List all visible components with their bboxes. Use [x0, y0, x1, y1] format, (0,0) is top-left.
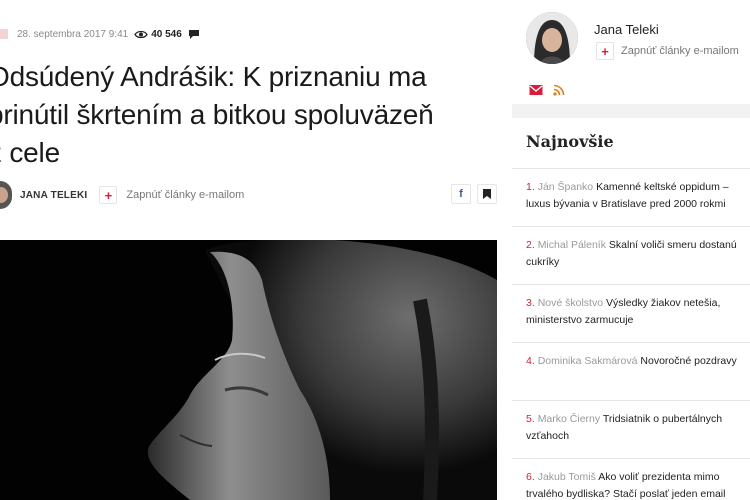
latest-news-title: Najnovšie — [526, 132, 614, 151]
view-count: 40 546 — [151, 28, 182, 40]
item-title[interactable]: Novoročné pozdravy — [640, 355, 736, 367]
headline-line: Odsúdený Andrášik: K priznaniu ma — [0, 61, 427, 92]
item-number: 6. — [526, 471, 535, 483]
list-item[interactable]: 1. Ján Španko Kamenné keltské oppidum – … — [512, 169, 750, 227]
category-marker — [0, 29, 8, 39]
headline-line: prinútil škrtením a bitkou spoluväzeň — [0, 99, 434, 130]
list-item[interactable]: 3. Nové školstvo Výsledky žiakov netešia… — [512, 285, 750, 343]
list-item[interactable]: 5. Marko Čierny Tridsiatnik o pubertálny… — [512, 401, 750, 459]
subscribe-email-link[interactable]: Zapnúť články e-mailom — [621, 45, 739, 57]
author-name[interactable]: Jana Teleki — [594, 22, 659, 37]
latest-news-list: 1. Ján Španko Kamenné keltské oppidum – … — [512, 169, 750, 500]
facebook-icon: f — [459, 188, 463, 200]
author-photo — [526, 12, 578, 64]
article-meta: 28. septembra 2017 9:41 40 546 — [0, 26, 200, 42]
item-number: 3. — [526, 297, 535, 309]
bookmark-button[interactable] — [477, 184, 497, 204]
item-author[interactable]: Jakub Tomiš — [538, 471, 596, 483]
item-author[interactable]: Marko Čierny — [538, 413, 600, 425]
author-avatar[interactable] — [526, 12, 578, 64]
author-card: Jana Teleki + Zapnúť články e-mailom — [512, 0, 750, 104]
subscribe-email-link[interactable]: Zapnúť články e-mailom — [126, 189, 244, 201]
comment-icon[interactable] — [188, 29, 200, 40]
item-author[interactable]: Nové školstvo — [538, 297, 603, 309]
mail-icon[interactable] — [529, 84, 543, 96]
sidebar: Jana Teleki + Zapnúť články e-mailom Naj… — [512, 0, 750, 500]
publish-date: 28. septembra 2017 9:41 — [17, 28, 129, 40]
item-author[interactable]: Dominika Sakmárová — [538, 355, 638, 367]
rss-icon[interactable] — [552, 84, 566, 96]
item-number: 1. — [526, 181, 535, 193]
headline-line: z cele — [0, 137, 60, 168]
item-author[interactable]: Michal Páleník — [538, 239, 606, 251]
plus-icon[interactable]: + — [596, 42, 614, 60]
item-number: 4. — [526, 355, 535, 367]
list-item[interactable]: 4. Dominika Sakmárová Novoročné pozdravy — [512, 343, 750, 401]
facebook-share-button[interactable]: f — [451, 184, 471, 204]
item-number: 2. — [526, 239, 535, 251]
latest-news-panel: Najnovšie 1. Ján Španko Kamenné keltské … — [512, 118, 750, 500]
article-actions: f — [451, 184, 497, 204]
list-item[interactable]: 2. Michal Páleník Skalní voliči smeru do… — [512, 227, 750, 285]
bookmark-icon — [483, 189, 491, 199]
item-number: 5. — [526, 413, 535, 425]
plus-icon[interactable]: + — [99, 186, 118, 204]
portrait-image — [0, 240, 497, 500]
byline: JANA TELEKI + Zapnúť články e-mailom f — [0, 180, 505, 210]
article: 28. septembra 2017 9:41 40 546 Odsúdený … — [0, 0, 512, 500]
item-author[interactable]: Ján Španko — [538, 181, 593, 193]
article-photo — [0, 240, 497, 500]
article-headline: Odsúdený Andrášik: K priznaniu ma prinút… — [0, 58, 508, 172]
author-avatar-small[interactable] — [0, 181, 12, 209]
list-item[interactable]: 6. Jakub Tomiš Ako voliť prezidenta mimo… — [512, 459, 750, 500]
author-name[interactable]: JANA TELEKI — [20, 190, 87, 201]
eye-icon — [134, 30, 148, 38]
